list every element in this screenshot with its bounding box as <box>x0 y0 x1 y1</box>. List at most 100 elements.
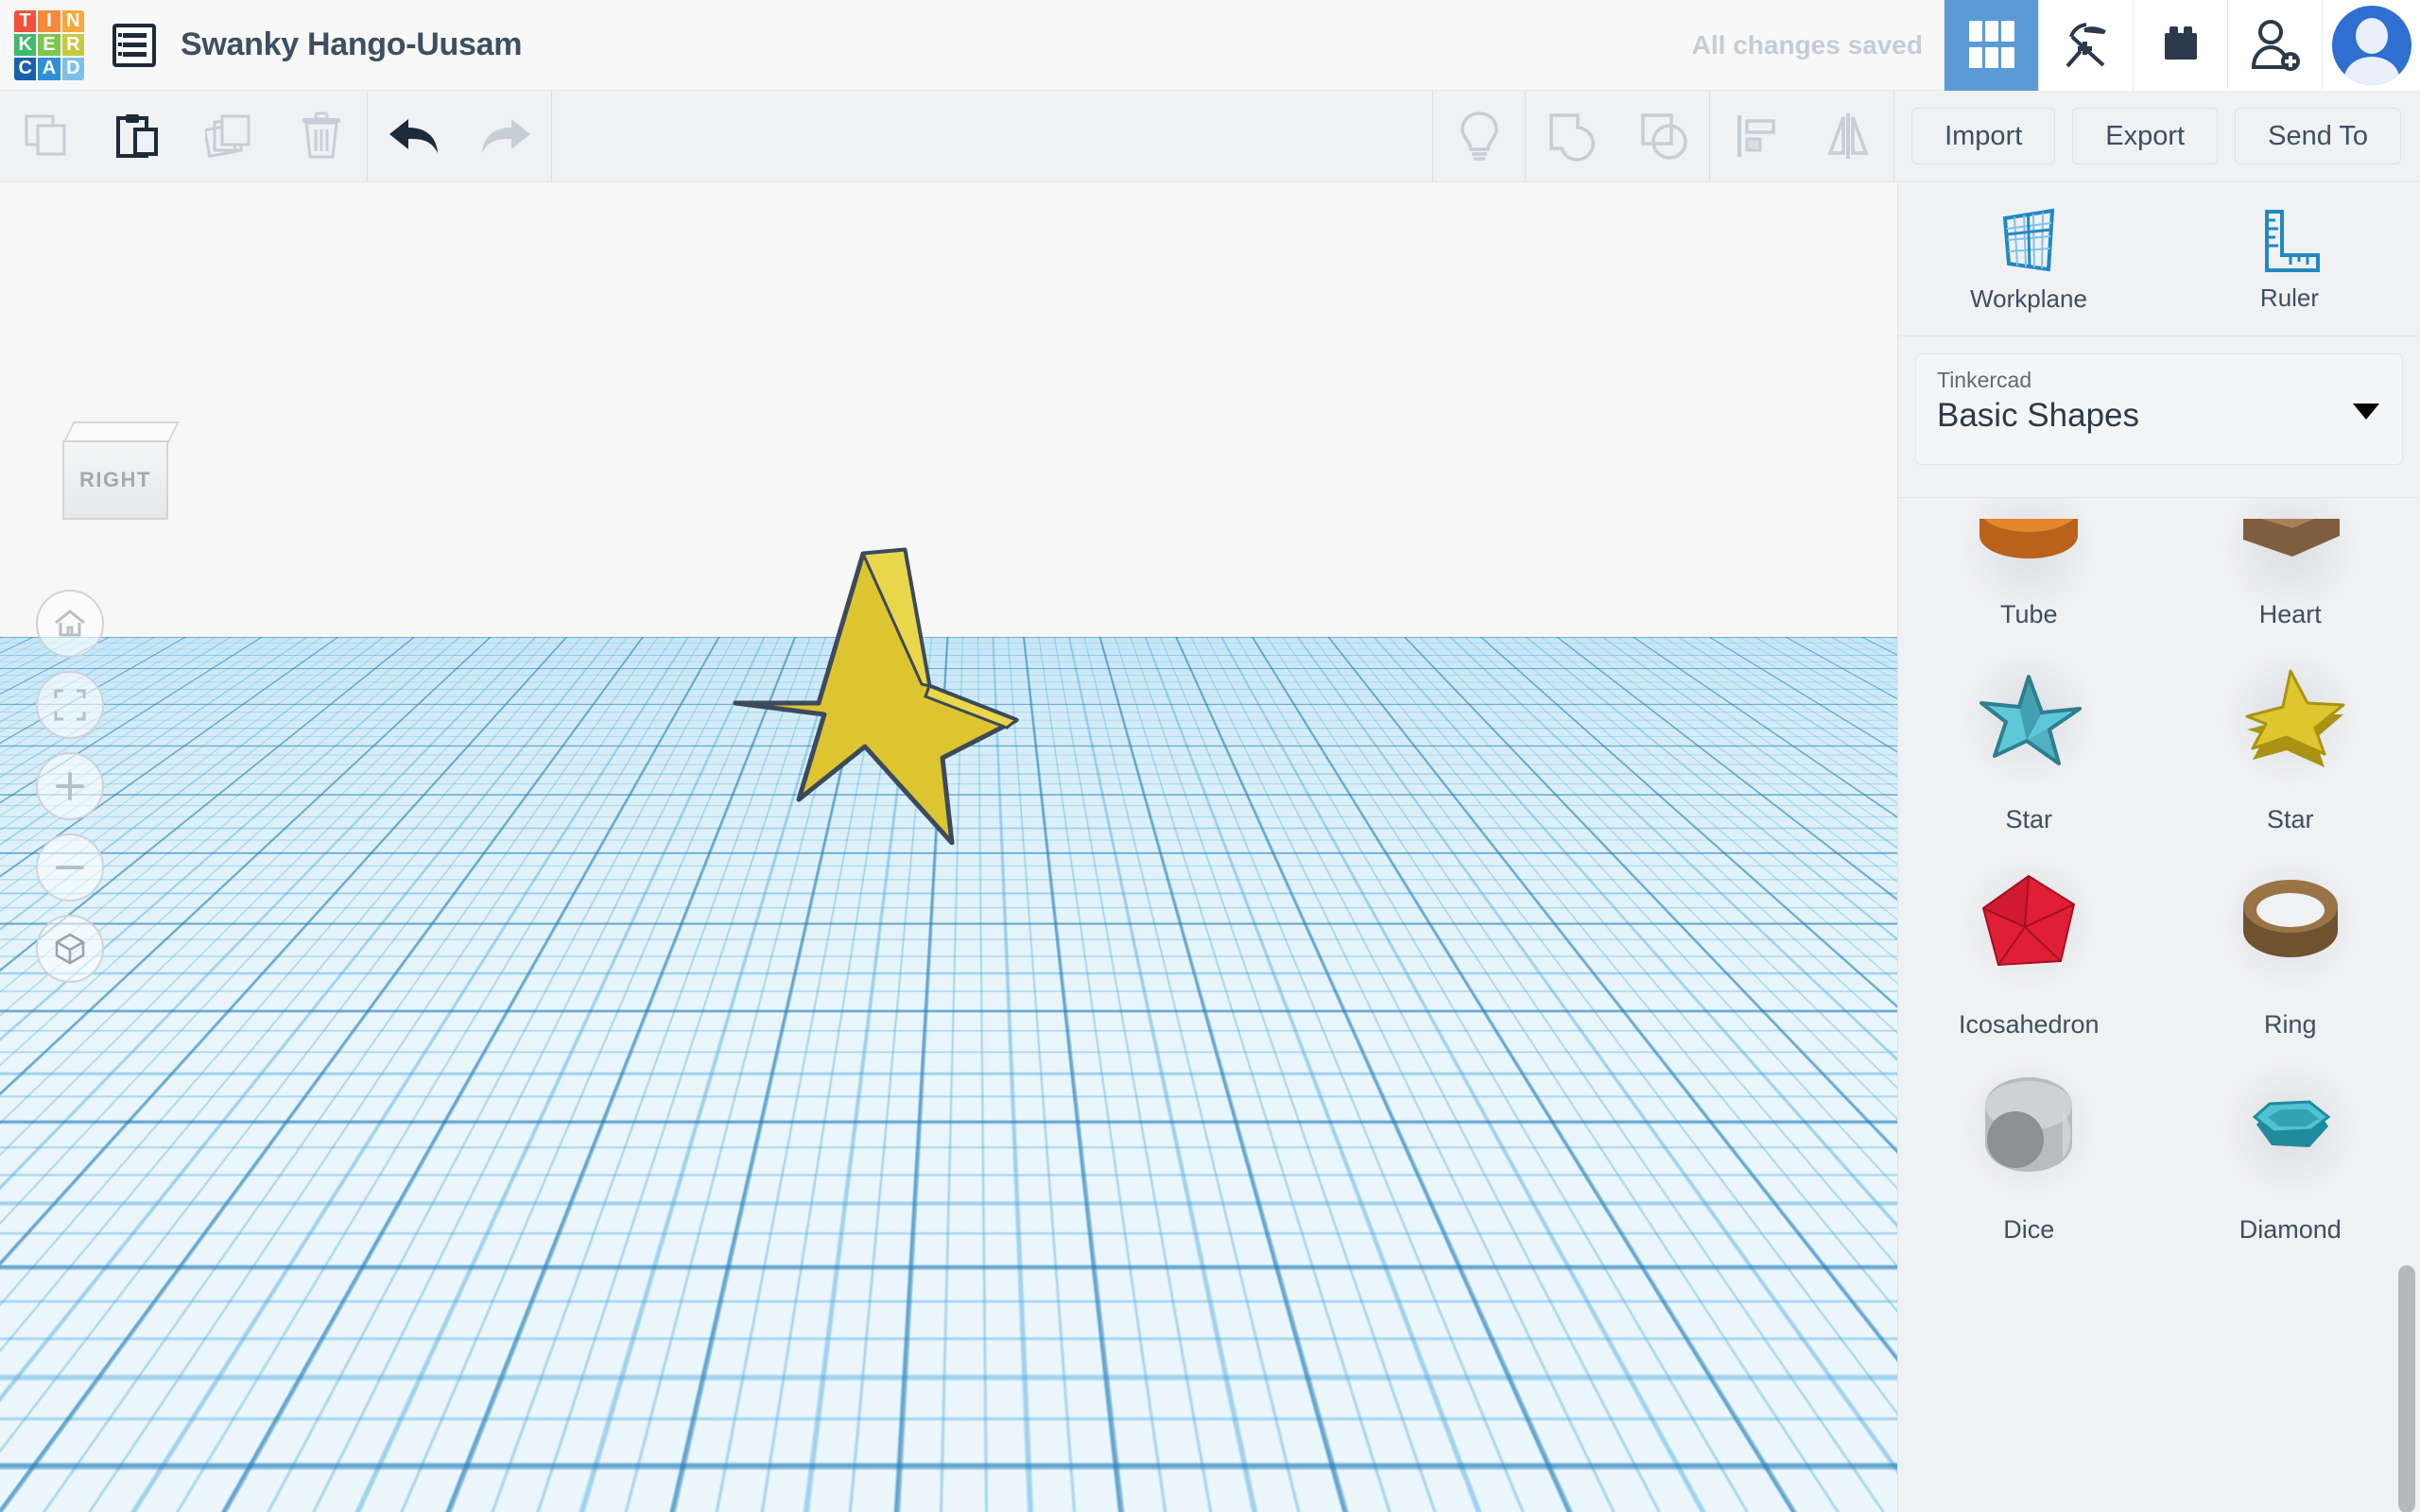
shape-label: Ring <box>2264 1010 2317 1040</box>
orthographic-toggle-button[interactable] <box>36 915 104 983</box>
mirror-flip-icon <box>1823 112 1874 161</box>
user-menu-button[interactable] <box>2322 0 2420 91</box>
align-button[interactable] <box>1710 91 1802 182</box>
logo-tile-k: K <box>14 34 36 56</box>
heart-shape-icon <box>2234 519 2347 576</box>
mirror-button[interactable] <box>1802 91 1893 182</box>
tube-shape-icon <box>1972 519 2085 576</box>
shape-item[interactable]: Dice <box>1898 1045 2160 1250</box>
shape-thumbnail <box>1898 1045 2160 1211</box>
dice-shape-icon <box>1972 1072 2085 1185</box>
group-button[interactable] <box>1526 91 1617 182</box>
pickaxe-icon <box>2062 19 2111 72</box>
logo-tile-a: A <box>38 58 60 79</box>
undo-button[interactable] <box>368 91 459 182</box>
disc-top <box>0 1043 246 1206</box>
view-cube-front-face[interactable]: RIGHT <box>62 440 168 520</box>
tinkercad-app: TINKERCAD Swanky Hango-Uusam All changes… <box>0 0 2420 1512</box>
copy-icon <box>23 112 70 160</box>
ungroup-button[interactable] <box>1617 91 1709 182</box>
shape-label: Star <box>2267 805 2314 834</box>
stick-cylinder-object[interactable] <box>877 991 906 1512</box>
redo-button[interactable] <box>459 91 551 182</box>
copy-button[interactable] <box>0 91 92 182</box>
library-name-label: Basic Shapes <box>1937 397 2381 435</box>
panel-tools-row: Workplane Ruler <box>1898 183 2420 336</box>
shape-label: Star <box>2005 805 2052 834</box>
plus-icon <box>54 770 86 802</box>
zoom-out-button[interactable] <box>36 833 104 902</box>
logo-tile-d: D <box>62 58 84 79</box>
scrollbar-thumb[interactable] <box>2398 1265 2415 1512</box>
diamond-shape-icon <box>2234 1072 2347 1185</box>
home-icon <box>53 608 87 640</box>
page-title[interactable]: Swanky Hango-Uusam <box>181 26 522 63</box>
trash-icon <box>299 112 344 161</box>
workplane-tool-label: Workplane <box>1970 284 2087 314</box>
ruler-tool[interactable]: Ruler <box>2159 183 2420 335</box>
collapse-panel-button[interactable]: › <box>1855 993 1894 1084</box>
shape-label: Dice <box>2003 1215 2054 1245</box>
ruler-icon <box>2256 206 2324 274</box>
home-view-button[interactable] <box>36 590 104 658</box>
paste-button[interactable] <box>92 91 183 182</box>
redo-arrow-icon <box>477 113 534 159</box>
chevron-down-icon <box>2353 404 2379 420</box>
duplicate-icon <box>205 112 254 160</box>
notes-button[interactable] <box>1433 91 1525 182</box>
icosahedron-shape-icon <box>1972 867 2085 980</box>
shapes-panel: Workplane Ruler Tinkercad Basic Shapes <box>1897 183 2420 1512</box>
shape-item[interactable]: Icosahedron <box>1898 840 2160 1045</box>
export-button[interactable]: Export <box>2072 108 2218 164</box>
grid-view-button[interactable] <box>1944 0 2038 91</box>
3d-viewport[interactable]: RIGHT <box>0 183 1897 1512</box>
minecraft-button[interactable] <box>2038 0 2133 91</box>
shape-thumbnail <box>1898 635 2160 801</box>
ruler-tool-label: Ruler <box>2260 284 2319 313</box>
undo-arrow-icon <box>386 113 442 159</box>
red-disc-object[interactable] <box>0 1043 246 1270</box>
duplicate-button[interactable] <box>183 91 275 182</box>
star-flat-shape-icon <box>2234 662 2347 775</box>
shape-list[interactable]: Tube Heart Star Star Icosahedron Ring Di… <box>1898 497 2420 1512</box>
blocks-button[interactable] <box>2133 0 2227 91</box>
shape-item[interactable]: Ring <box>2160 840 2420 1045</box>
fit-to-view-button[interactable] <box>36 671 104 739</box>
align-icon <box>1732 112 1781 161</box>
star-object[interactable] <box>695 542 1035 845</box>
group-shapes-icon <box>1547 111 1598 162</box>
shape-thumbnail <box>2160 635 2420 801</box>
delete-button[interactable] <box>275 91 367 182</box>
send-to-button[interactable]: Send To <box>2235 108 2401 164</box>
shape-item[interactable]: Heart <box>2160 498 2420 635</box>
shape-library-select[interactable]: Tinkercad Basic Shapes <box>1915 353 2403 465</box>
shape-item[interactable]: Star <box>2160 635 2420 840</box>
import-button[interactable]: Import <box>1911 108 2055 164</box>
shape-item[interactable]: Diamond <box>2160 1045 2420 1250</box>
library-source-label: Tinkercad <box>1937 368 2381 393</box>
workplane-tool[interactable]: Workplane <box>1898 183 2159 335</box>
logo-tile-e: E <box>38 34 60 56</box>
shape-thumbnail <box>1898 498 2160 596</box>
add-person-icon <box>2250 18 2301 73</box>
object-shadow <box>236 1015 1276 1512</box>
shape-item[interactable]: Tube <box>1898 498 2160 635</box>
clipboard-tool-group <box>0 91 367 182</box>
zoom-in-button[interactable] <box>36 752 104 820</box>
tinkercad-logo[interactable]: TINKERCAD <box>14 10 84 80</box>
avatar <box>2332 6 2411 85</box>
toolbar-divider <box>551 91 552 182</box>
cube-perspective-icon <box>53 932 87 966</box>
invite-button[interactable] <box>2227 0 2322 91</box>
history-tool-group <box>368 91 551 182</box>
save-status: All changes saved <box>1692 30 1923 60</box>
edit-toolbar: Import Export Send To <box>0 91 2420 182</box>
view-cube[interactable]: RIGHT <box>55 420 176 524</box>
project-list-icon[interactable] <box>112 24 156 67</box>
shape-item[interactable]: Star <box>1898 635 2160 840</box>
shape-label: Icosahedron <box>1959 1010 2100 1040</box>
fit-frame-icon <box>54 689 86 721</box>
minus-icon <box>54 851 86 884</box>
shape-list-scrollbar[interactable] <box>2398 498 2415 1512</box>
shape-thumbnail <box>2160 840 2420 1006</box>
